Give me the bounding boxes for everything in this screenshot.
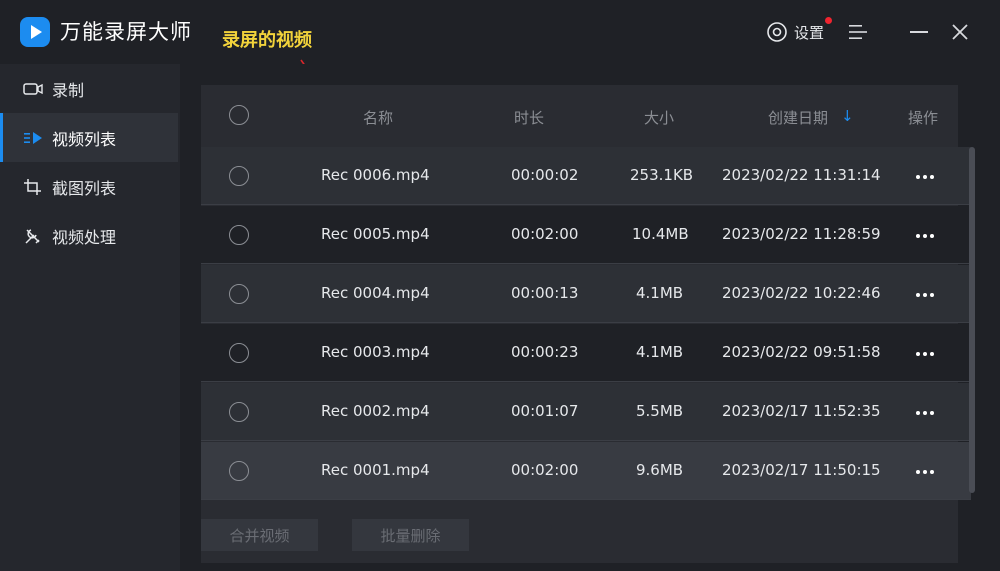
app-title: 万能录屏大师 <box>60 20 192 44</box>
file-name: Rec 0006.mp4 <box>321 166 430 184</box>
file-size: 5.5MB <box>636 402 684 420</box>
settings-label: 设置 <box>794 23 825 42</box>
file-size: 10.4MB <box>632 225 689 243</box>
batch-delete-button[interactable]: 批量删除 <box>352 519 469 551</box>
sidebar-item-label: 视频列表 <box>52 129 117 149</box>
file-name: Rec 0005.mp4 <box>321 225 430 243</box>
row-select-radio[interactable] <box>229 461 249 481</box>
row-select-radio[interactable] <box>229 166 249 186</box>
app-logo-icon <box>20 17 50 47</box>
header-created-date[interactable]: 创建日期 <box>768 107 828 128</box>
file-created-date: 2023/02/22 09:51:58 <box>722 343 881 361</box>
file-duration: 00:01:07 <box>511 402 579 420</box>
minimize-icon[interactable] <box>910 31 928 33</box>
title-bar: 万能录屏大师 录屏的视频 设置 <box>0 0 1000 64</box>
sidebar-item-screenshot-list[interactable]: 截图列表 <box>0 162 178 211</box>
video-table: 名称 时长 大小 创建日期 ↓ 操作 Rec 0006.mp4 00:00:02… <box>201 85 971 563</box>
more-options-icon[interactable] <box>916 234 936 240</box>
screenshot-icon <box>22 177 44 197</box>
sidebar-item-record[interactable]: 录制 <box>0 64 178 113</box>
select-all-radio[interactable] <box>229 105 249 125</box>
sidebar: 录制 视频列表 截图列表 视频处理 <box>0 64 180 571</box>
file-size: 4.1MB <box>636 284 684 302</box>
file-duration: 00:00:23 <box>511 343 579 361</box>
table-row[interactable]: Rec 0003.mp4 00:00:23 4.1MB 2023/02/22 0… <box>201 324 971 382</box>
more-options-icon[interactable] <box>916 175 936 181</box>
file-name: Rec 0002.mp4 <box>321 402 430 420</box>
file-size: 253.1KB <box>630 166 694 184</box>
file-name: Rec 0003.mp4 <box>321 343 430 361</box>
file-duration: 00:02:00 <box>511 225 579 243</box>
file-duration: 00:00:02 <box>511 166 579 184</box>
file-duration: 00:00:13 <box>511 284 579 302</box>
sidebar-item-label: 录制 <box>52 80 85 100</box>
more-options-icon[interactable] <box>916 470 936 476</box>
table-row[interactable]: Rec 0005.mp4 00:02:00 10.4MB 2023/02/22 … <box>201 206 971 264</box>
sidebar-item-label: 视频处理 <box>52 227 117 247</box>
table-row[interactable]: Rec 0002.mp4 00:01:07 5.5MB 2023/02/17 1… <box>201 383 971 441</box>
file-created-date: 2023/02/22 11:28:59 <box>722 225 881 243</box>
file-name: Rec 0004.mp4 <box>321 284 430 302</box>
sidebar-item-video-list[interactable]: 视频列表 <box>0 113 178 162</box>
annotation-label: 录屏的视频 <box>222 30 312 51</box>
table-row[interactable]: Rec 0001.mp4 00:02:00 9.6MB 2023/02/17 1… <box>201 442 971 500</box>
more-options-icon[interactable] <box>916 352 936 358</box>
file-created-date: 2023/02/17 11:52:35 <box>722 402 881 420</box>
file-name: Rec 0001.mp4 <box>321 461 430 479</box>
notification-dot <box>825 17 832 24</box>
settings-button[interactable]: 设置 <box>766 17 832 44</box>
tools-icon <box>22 226 44 246</box>
merge-videos-button[interactable]: 合并视频 <box>201 519 318 551</box>
row-select-radio[interactable] <box>229 284 249 304</box>
file-size: 4.1MB <box>636 343 684 361</box>
main-content: 名称 时长 大小 创建日期 ↓ 操作 Rec 0006.mp4 00:00:02… <box>180 64 1000 571</box>
file-created-date: 2023/02/22 10:22:46 <box>722 284 881 302</box>
row-select-radio[interactable] <box>229 402 249 422</box>
close-icon[interactable] <box>950 22 970 42</box>
header-size[interactable]: 大小 <box>644 107 674 128</box>
table-header: 名称 时长 大小 创建日期 ↓ 操作 <box>201 85 958 147</box>
sidebar-item-video-processing[interactable]: 视频处理 <box>0 211 178 260</box>
sidebar-item-label: 截图列表 <box>52 178 117 198</box>
menu-icon[interactable] <box>849 24 867 40</box>
header-actions: 操作 <box>908 109 939 127</box>
file-created-date: 2023/02/17 11:50:15 <box>722 461 881 479</box>
table-row[interactable]: Rec 0006.mp4 00:00:02 253.1KB 2023/02/22… <box>201 147 971 205</box>
file-created-date: 2023/02/22 11:31:14 <box>722 166 881 184</box>
video-list-icon <box>22 128 44 148</box>
more-options-icon[interactable] <box>916 411 936 417</box>
header-name[interactable]: 名称 <box>363 107 393 128</box>
header-duration[interactable]: 时长 <box>514 107 544 128</box>
file-duration: 00:02:00 <box>511 461 579 479</box>
row-select-radio[interactable] <box>229 343 249 363</box>
row-select-radio[interactable] <box>229 225 249 245</box>
more-options-icon[interactable] <box>916 293 936 299</box>
table-scrollbar[interactable] <box>969 147 975 493</box>
file-size: 9.6MB <box>636 461 684 479</box>
sort-down-icon[interactable]: ↓ <box>841 107 854 125</box>
camera-icon <box>22 79 44 99</box>
table-row[interactable]: Rec 0004.mp4 00:00:13 4.1MB 2023/02/22 1… <box>201 265 971 323</box>
gear-icon <box>767 22 787 42</box>
